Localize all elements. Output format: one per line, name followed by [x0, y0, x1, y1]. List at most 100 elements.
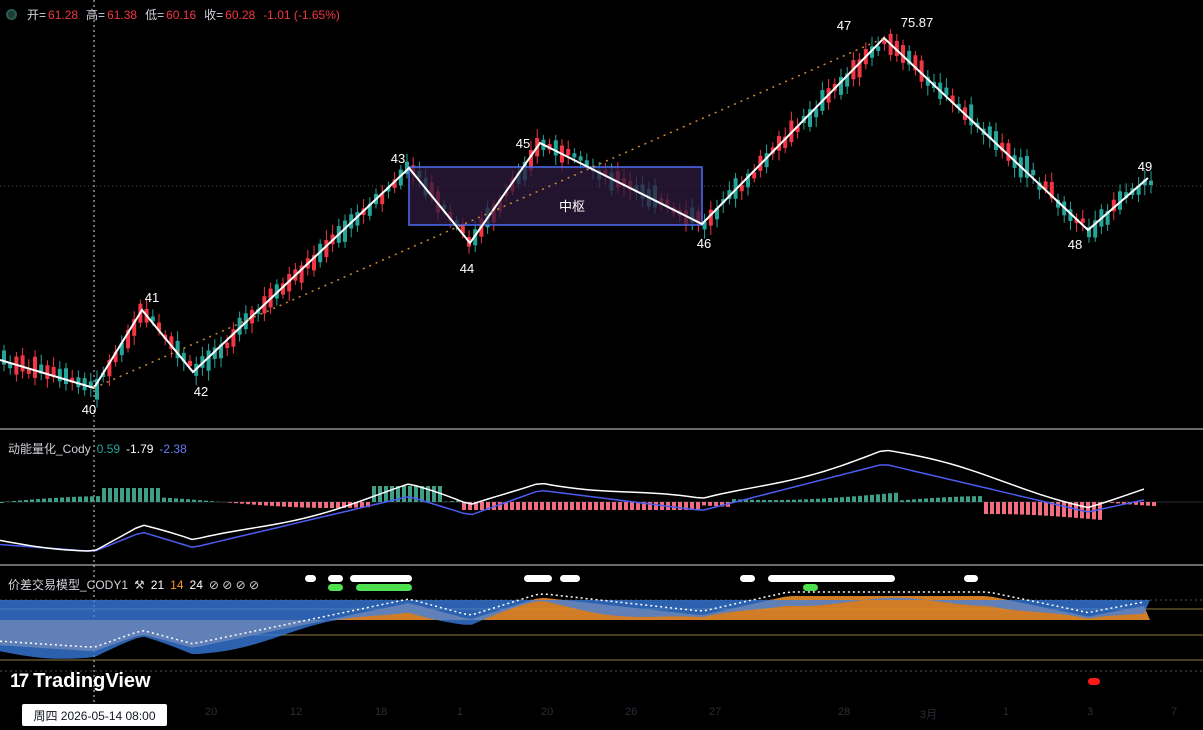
- candle-body: [45, 365, 50, 380]
- candle-body: [1149, 180, 1153, 186]
- pivot-label-p43: 43: [391, 151, 405, 166]
- time-axis-tick: 3: [1087, 706, 1094, 718]
- histogram-bar: [306, 502, 310, 508]
- candle-body: [1006, 143, 1011, 161]
- candle-body: [994, 131, 998, 150]
- histogram-bar: [1008, 502, 1012, 515]
- histogram-bar: [96, 496, 100, 502]
- histogram-bar: [114, 488, 118, 502]
- indicator2-legend[interactable]: 价差交易模型_CODY1 ⚒ 21 14 24 ⊘ ⊘ ⊘ ⊘: [8, 576, 259, 593]
- histogram-bar: [408, 486, 412, 502]
- histogram-bar: [948, 497, 952, 502]
- histogram-bar: [102, 488, 106, 502]
- symbol-status-icon: [6, 9, 17, 20]
- time-axis-tick: 26: [625, 706, 638, 718]
- histogram-bar: [552, 502, 556, 510]
- histogram-bar: [156, 488, 160, 502]
- histogram-bar: [612, 502, 616, 510]
- histogram-bar: [138, 488, 142, 502]
- histogram-bar: [1140, 502, 1144, 506]
- histogram-bar: [264, 502, 268, 506]
- tradingview-logo[interactable]: 17 TradingView: [10, 670, 151, 693]
- high-value: 61.38: [107, 7, 138, 22]
- histogram-bar: [1146, 502, 1150, 506]
- histogram-bar: [570, 502, 574, 510]
- indicator2-param-1: 21: [150, 577, 165, 592]
- histogram-bar: [1116, 502, 1120, 504]
- histogram-bar: [276, 502, 280, 507]
- histogram-bar: [522, 502, 526, 510]
- histogram-bar: [300, 502, 304, 508]
- histogram-bar: [288, 502, 292, 507]
- histogram-bar: [372, 486, 376, 502]
- hammer-icon: ⚒: [134, 577, 145, 592]
- histogram-bar: [972, 496, 976, 502]
- histogram-bar: [954, 496, 958, 502]
- histogram-bar: [882, 493, 886, 502]
- histogram-bar: [198, 500, 202, 502]
- candle-body: [1080, 218, 1085, 223]
- signal-marker-white: [328, 575, 343, 582]
- histogram-bar: [792, 499, 796, 502]
- histogram-bar: [600, 502, 604, 510]
- candle-body: [572, 153, 577, 158]
- histogram-bar: [210, 501, 214, 502]
- histogram-bar: [816, 498, 820, 502]
- open-value: 61.28: [48, 7, 79, 22]
- histogram-bar: [822, 498, 826, 502]
- crosshair-date-label: 周四 2026-05-14 08:00: [22, 704, 167, 726]
- pivot-label-zone: 中枢: [559, 199, 585, 214]
- histogram-bar: [270, 502, 274, 506]
- histogram-bar: [576, 502, 580, 510]
- histogram-bar: [1014, 502, 1018, 515]
- histogram-bar: [1086, 502, 1090, 519]
- indicator1-value-1: 0.59: [96, 441, 121, 456]
- chart-canvas[interactable]: 40 41 42 43 44 45 46 47 75.87 48 49 中枢: [0, 0, 1203, 730]
- histogram-bar: [228, 502, 232, 503]
- histogram-bar: [258, 502, 262, 506]
- candle-body: [566, 148, 571, 156]
- histogram-bar: [402, 486, 406, 502]
- histogram-bar: [936, 497, 940, 502]
- disabled-flags-icon: ⊘ ⊘ ⊘ ⊘: [208, 577, 260, 592]
- histogram-bar: [324, 502, 328, 508]
- histogram-bar: [60, 497, 64, 502]
- histogram-bar: [1152, 502, 1156, 507]
- time-axis-tick: 28: [838, 706, 851, 718]
- histogram-bar: [828, 498, 832, 502]
- histogram-bar: [918, 498, 922, 502]
- histogram-bar: [1044, 502, 1048, 516]
- candle-body: [343, 220, 347, 242]
- histogram-bar: [990, 502, 994, 515]
- histogram-bar: [864, 495, 868, 502]
- signal-marker-white: [305, 575, 316, 582]
- candle-body: [206, 350, 211, 371]
- time-axis-tick: 1: [1003, 706, 1010, 718]
- candle-body: [57, 368, 62, 382]
- indicator1-value-2: -1.79: [126, 441, 154, 456]
- close-value: 60.28: [225, 7, 256, 22]
- indicator1-name[interactable]: 动能量化_Cody: [8, 440, 91, 457]
- indicator2-name[interactable]: 价差交易模型_CODY1: [8, 576, 128, 593]
- histogram-bar: [672, 502, 676, 510]
- histogram-bar: [594, 502, 598, 510]
- histogram-bar: [960, 496, 964, 502]
- histogram-bar: [126, 488, 130, 502]
- histogram-bar: [630, 502, 634, 510]
- histogram-bar: [120, 488, 124, 502]
- histogram-bar: [912, 499, 916, 502]
- indicator2-param-3: 24: [189, 577, 203, 592]
- histogram-bar: [678, 502, 682, 510]
- time-axis[interactable]: 20 12 18 1 20 26 27 28 3月 1 3 7: [0, 706, 1203, 726]
- candle-body: [64, 368, 68, 385]
- indicator1-legend[interactable]: 动能量化_Cody 0.59 -1.79 -2.38: [8, 440, 187, 457]
- histogram-bar: [498, 502, 502, 510]
- candle-body: [553, 140, 558, 156]
- histogram-bar: [384, 486, 388, 502]
- signal-marker-red: [1088, 678, 1100, 685]
- tv-logo-text: TradingView: [33, 670, 151, 692]
- histogram-bar: [624, 502, 628, 510]
- indicator1-value-3: -2.38: [159, 441, 187, 456]
- candle-body: [876, 46, 881, 51]
- histogram-bar: [108, 488, 112, 502]
